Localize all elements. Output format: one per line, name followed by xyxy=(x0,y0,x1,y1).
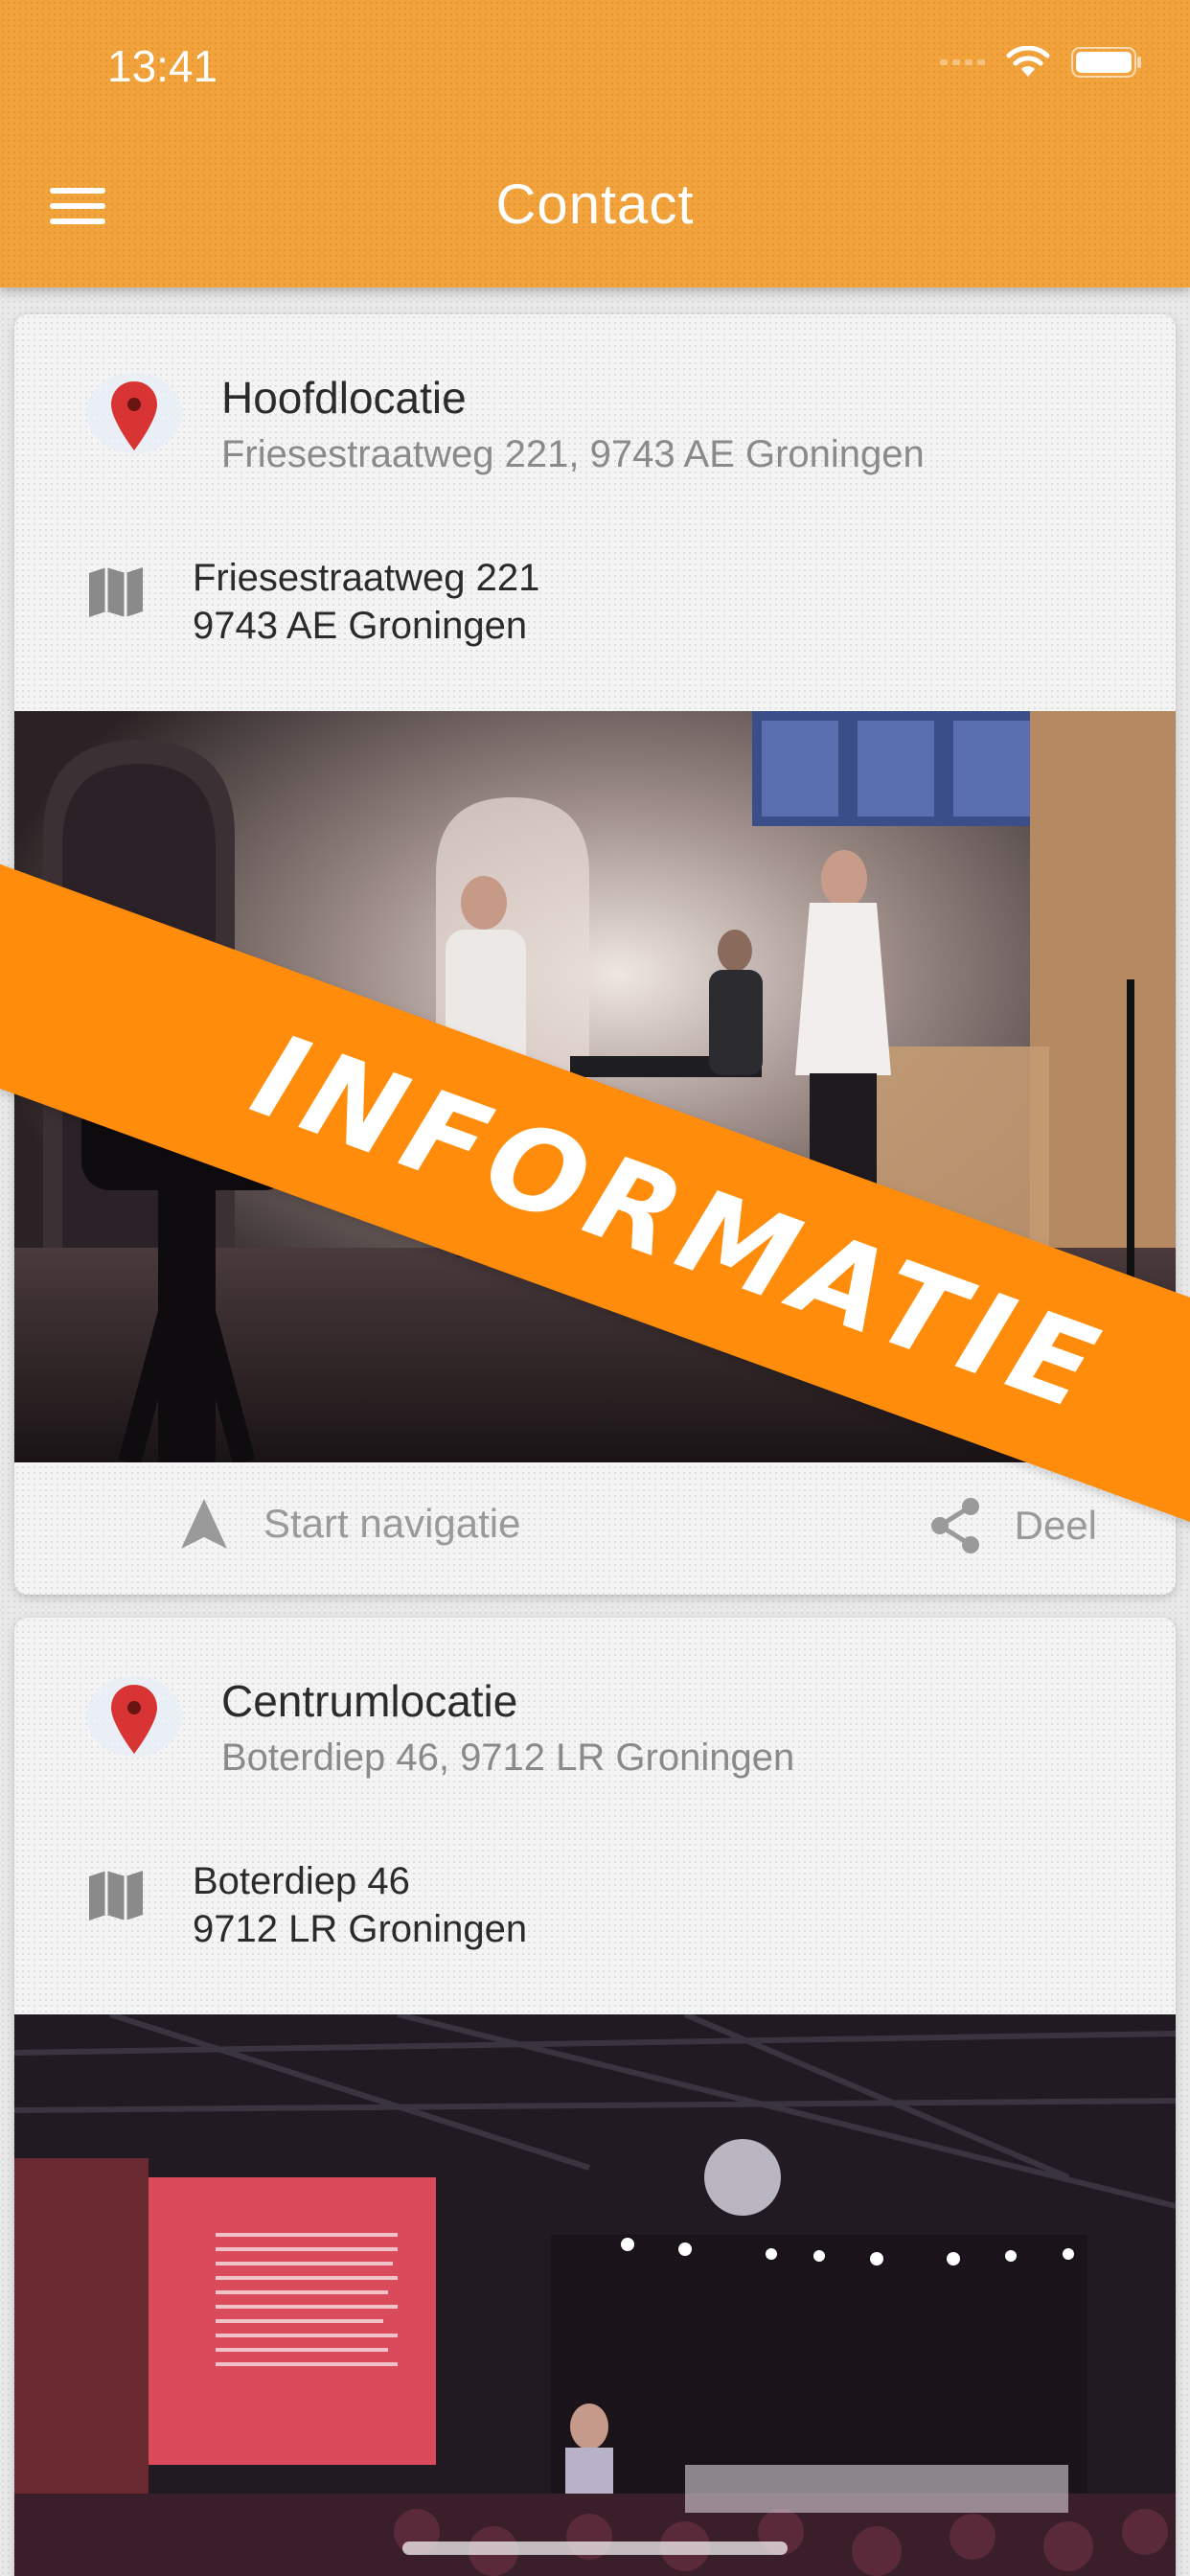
address-city: 9712 LR Groningen xyxy=(193,1908,528,1950)
address-city: 9743 AE Groningen xyxy=(193,605,528,647)
share-button[interactable]: Deel xyxy=(928,1497,1097,1554)
location-photo xyxy=(14,2014,1176,2576)
status-icons xyxy=(940,46,1142,79)
location-pin-icon xyxy=(81,367,187,472)
location-card-centrumlocatie: Centrumlocatie Boterdiep 46, 9712 LR Gro… xyxy=(14,1618,1176,2576)
share-icon xyxy=(930,1498,979,1553)
signal-icon xyxy=(940,59,985,65)
map-icon xyxy=(87,1869,145,1922)
share-label: Deel xyxy=(1014,1503,1097,1548)
map-icon xyxy=(87,565,145,619)
navigation-arrow-icon xyxy=(181,1499,227,1549)
location-subtitle: Boterdiep 46, 9712 LR Groningen xyxy=(221,1736,795,1779)
status-time: 13:41 xyxy=(107,41,218,91)
wifi-icon xyxy=(1006,46,1050,79)
location-subtitle: Friesestraatweg 221, 9743 AE Groningen xyxy=(221,433,925,475)
address-street: Boterdiep 46 xyxy=(193,1860,410,1902)
home-indicator[interactable] xyxy=(402,2542,788,2555)
app-header: 13:41 Contact xyxy=(0,0,1190,288)
location-title: Hoofdlocatie xyxy=(221,373,467,423)
page-title: Contact xyxy=(495,173,695,236)
start-navigation-button[interactable]: Start navigatie xyxy=(179,1497,521,1551)
start-navigation-label: Start navigatie xyxy=(263,1501,521,1546)
location-title: Centrumlocatie xyxy=(221,1676,518,1726)
location-pin-icon xyxy=(81,1670,187,1776)
battery-icon xyxy=(1071,47,1142,78)
card-actions: Start navigatie Deel xyxy=(14,1462,1176,1595)
address-street: Friesestraatweg 221 xyxy=(193,557,540,599)
